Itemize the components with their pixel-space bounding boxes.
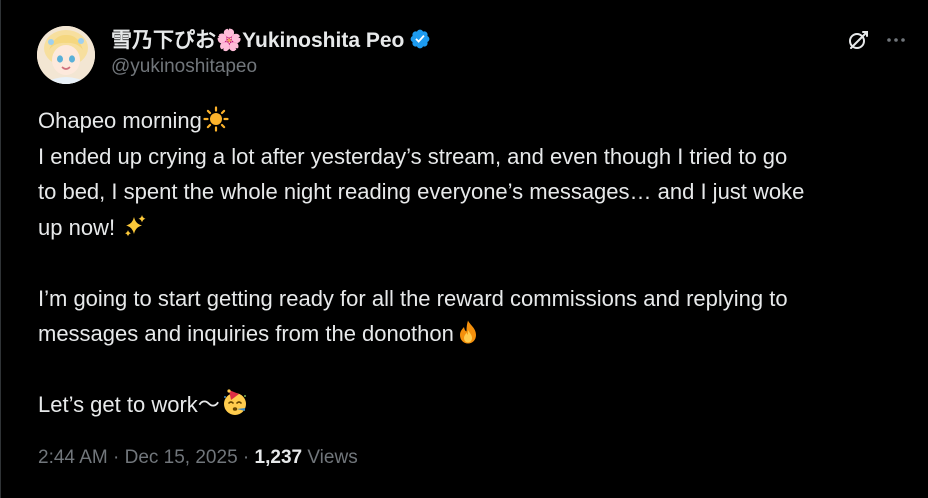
tweet-line: to bed, I spent the whole night reading … (38, 179, 805, 204)
grok-icon (849, 31, 868, 49)
more-icon (887, 38, 905, 42)
author-handle[interactable]: @yukinoshitapeo (111, 56, 257, 78)
party-face-emoji-icon (223, 389, 246, 415)
verified-badge-icon[interactable] (409, 28, 431, 50)
tweet-line: up now! (38, 210, 918, 246)
flower-emoji: 🌸 (216, 29, 243, 52)
tweet-line: I ended up crying a lot after yesterday’… (38, 143, 788, 169)
tweet-text: Ohapeo morning I ended up crying a lot a… (38, 103, 918, 423)
tweet-time[interactable]: 2:44 AM (38, 447, 108, 468)
tweet-line: Ohapeo morning (38, 103, 918, 139)
top-actions (836, 24, 912, 56)
sun-emoji-icon (203, 106, 229, 132)
tweet-line-1: Ohapeo morning (38, 108, 202, 133)
views-count[interactable]: 1,237 (255, 447, 303, 468)
meta-separator: · (237, 447, 255, 468)
grok-button[interactable] (842, 24, 874, 56)
tweet-card: 雪乃下ぴお🌸Yukinoshita Peo @yukinoshitapeo Oh… (0, 0, 928, 498)
tweet-line: I’m going to start getting ready for all… (38, 285, 788, 311)
more-button[interactable] (880, 24, 912, 56)
avatar-image (37, 26, 95, 84)
author-name-jp: 雪乃下ぴお (111, 29, 216, 52)
author-display-name[interactable]: 雪乃下ぴお🌸Yukinoshita Peo (111, 24, 404, 54)
tweet-metadata: 2:44 AM · Dec 15, 2025 · 1,237 Views (38, 447, 358, 469)
tweet-date[interactable]: Dec 15, 2025 (125, 447, 238, 468)
tweet-line: messages and inquiries from the donothon (38, 316, 918, 352)
author-name-row[interactable]: 雪乃下ぴお🌸Yukinoshita Peo (111, 26, 431, 52)
fire-emoji-icon (459, 320, 476, 344)
tweet-line-7: Let’s get to work〜 (38, 392, 220, 417)
views-label: Views (302, 447, 358, 468)
meta-separator: · (107, 447, 125, 468)
avatar[interactable] (37, 26, 95, 84)
tweet-line-6: messages and inquiries from the donothon (38, 321, 454, 346)
author-name-en: Yukinoshita Peo (242, 29, 405, 52)
tweet-line-4: up now! (38, 214, 122, 240)
tweet-line: Let’s get to work〜 (38, 387, 918, 423)
sparkles-emoji-icon (125, 214, 146, 236)
